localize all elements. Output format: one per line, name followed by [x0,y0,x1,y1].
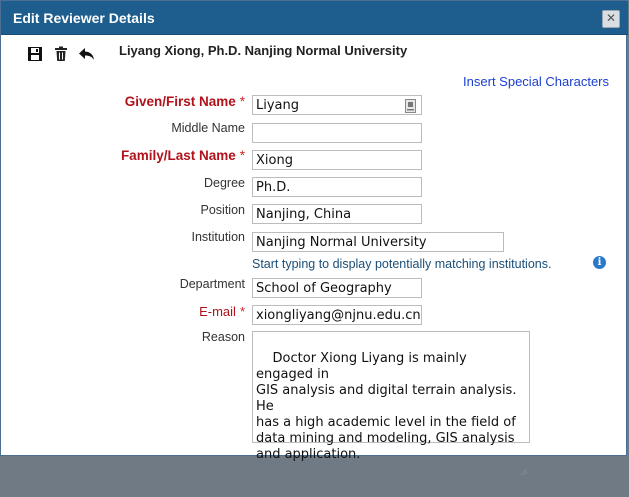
position-label: Position [200,203,245,217]
trash-icon[interactable] [52,45,70,63]
reason-textarea[interactable]: Doctor Xiong Liyang is mainly engaged in… [252,331,530,476]
insert-special-characters-link[interactable]: Insert Special Characters [463,74,609,89]
institution-label: Institution [191,230,245,244]
undo-arrow-icon[interactable] [78,45,96,63]
position-input[interactable]: Nanjing, China [252,204,422,224]
family-name-input[interactable]: Xiong [252,150,422,170]
reviewer-heading: Liyang Xiong, Ph.D. Nanjing Normal Unive… [119,43,408,58]
dialog-title: Edit Reviewer Details [13,10,155,26]
info-icon[interactable]: i [593,256,606,269]
email-input[interactable]: xiongliyang@njnu.edu.cn [252,305,422,325]
middle-name-input[interactable] [252,123,422,143]
reason-text: Doctor Xiong Liyang is mainly engaged in… [256,351,517,462]
middle-name-label: Middle Name [171,121,245,135]
dialog-titlebar[interactable]: Edit Reviewer Details ✕ [1,1,628,35]
reason-label: Reason [201,330,245,344]
email-label: E-mail * [199,304,245,319]
institution-hint: Start typing to display potentially matc… [252,257,552,271]
given-name-input[interactable]: Liyang [252,95,422,115]
resize-grip-icon[interactable] [520,433,528,476]
keyboard-icon[interactable] [405,98,416,113]
department-label: Department [179,277,245,291]
degree-input[interactable]: Ph.D. [252,177,422,197]
department-input[interactable]: School of Geography [252,278,422,298]
given-name-label: Given/First Name * [124,94,245,109]
institution-input[interactable]: Nanjing Normal University [252,232,504,252]
family-name-label: Family/Last Name * [120,148,245,163]
edit-reviewer-dialog: Edit Reviewer Details ✕ Liyang Xiong, Ph… [0,0,628,476]
save-icon[interactable] [26,45,44,63]
close-icon[interactable]: ✕ [602,10,620,28]
degree-label: Degree [204,176,245,190]
